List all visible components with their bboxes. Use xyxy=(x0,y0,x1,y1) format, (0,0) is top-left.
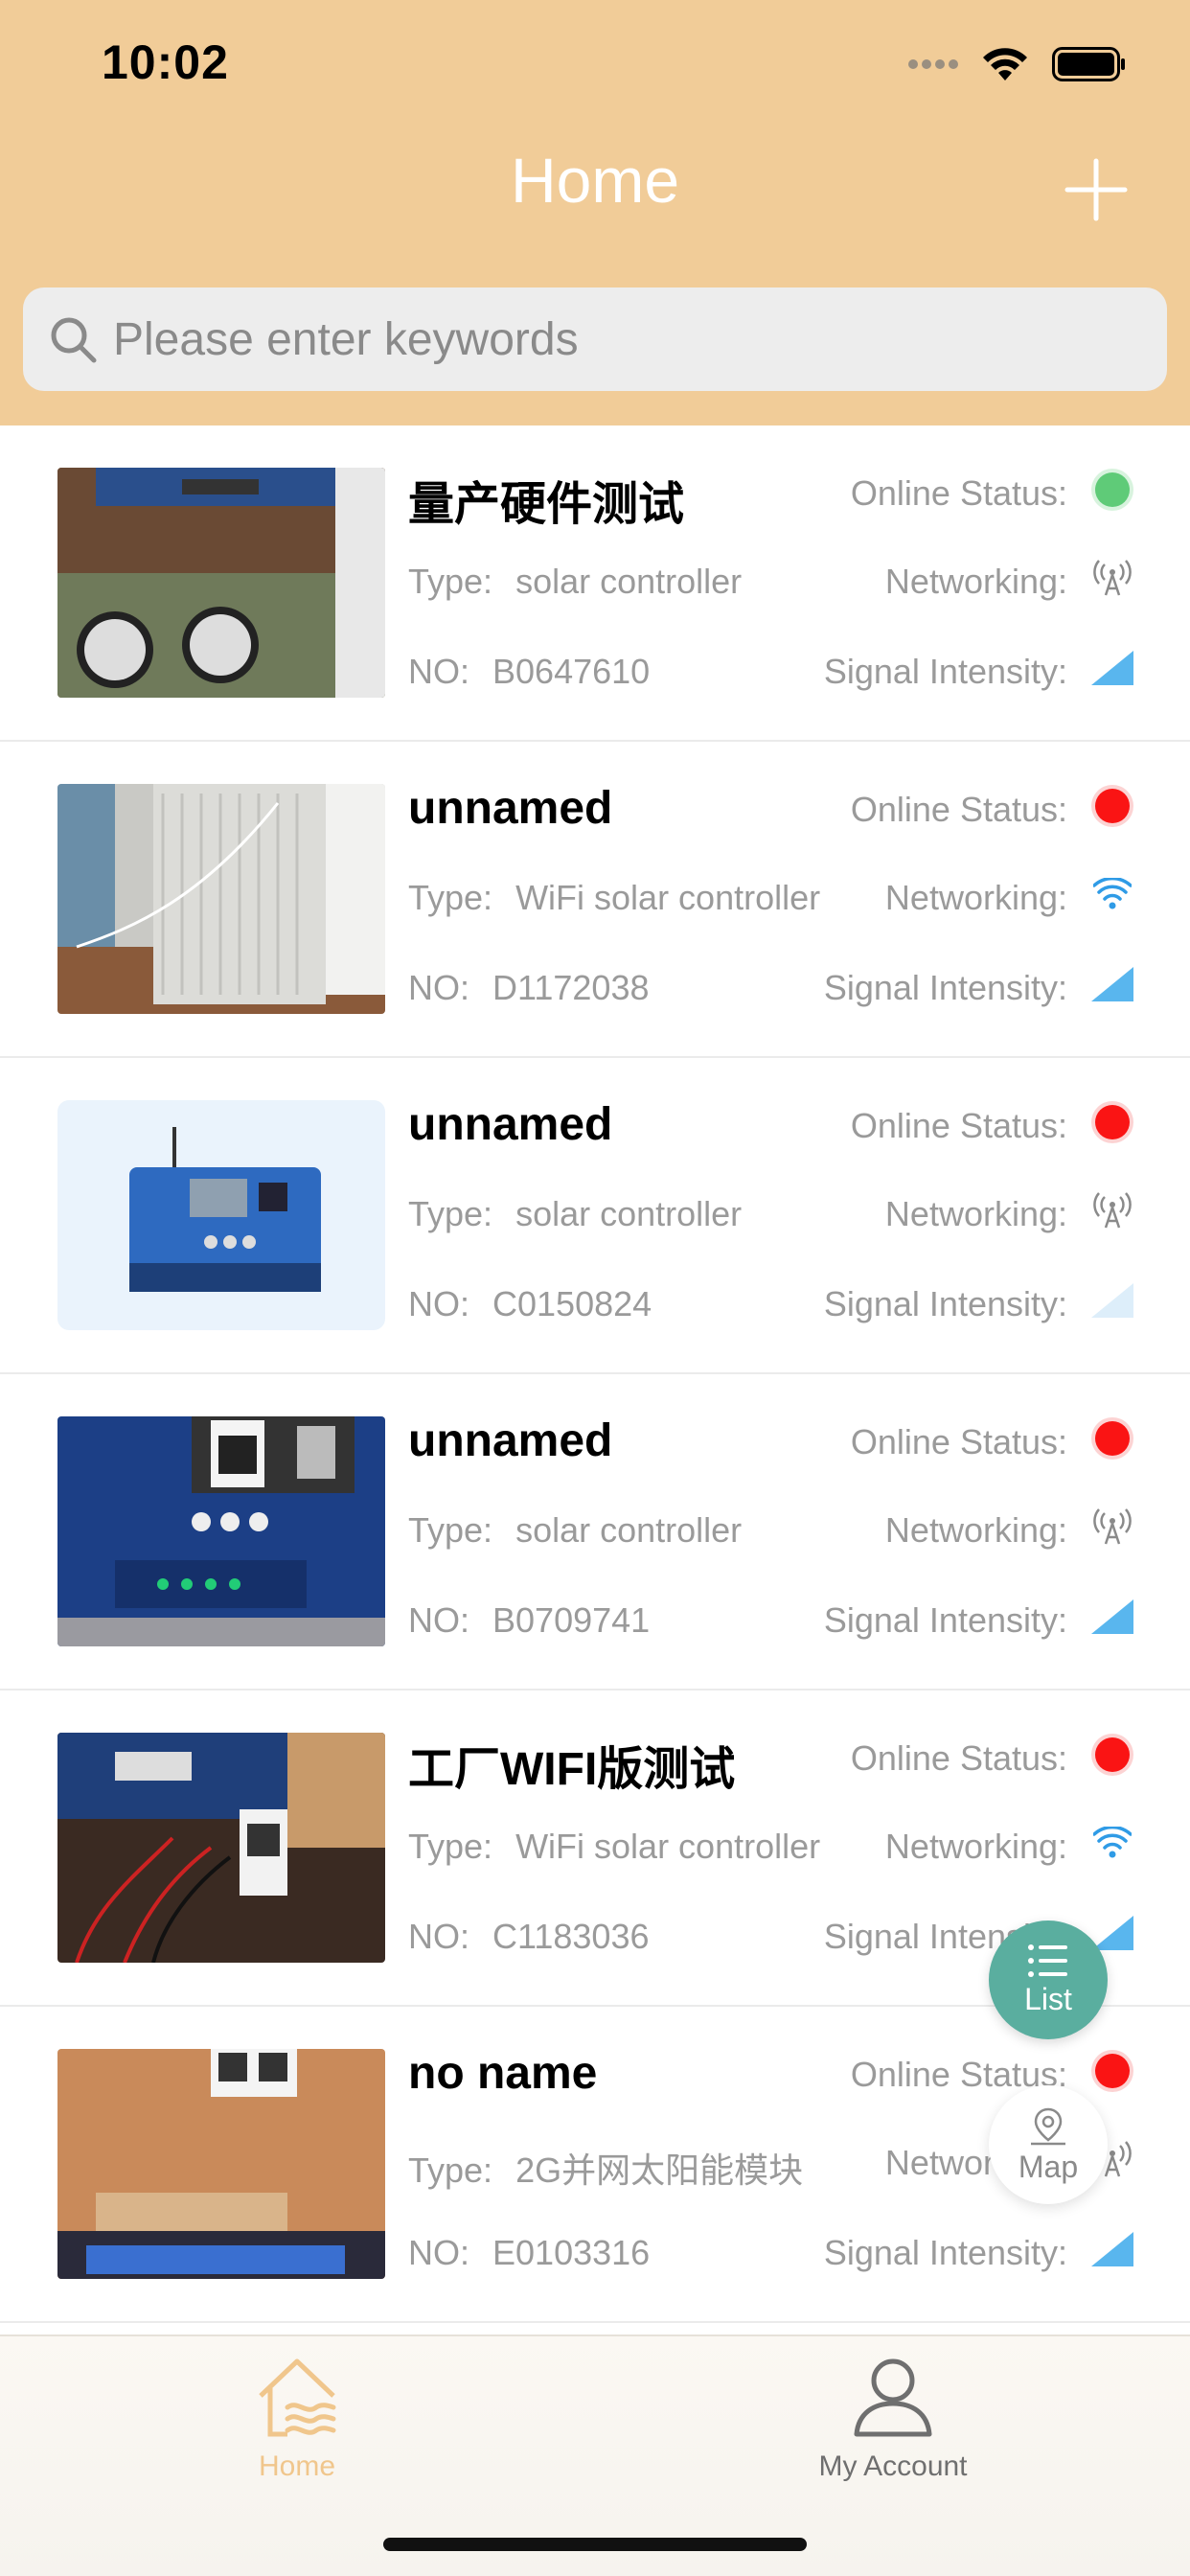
search-input[interactable] xyxy=(113,312,1129,366)
device-name: unnamed xyxy=(408,1415,613,1466)
signal-intensity-label: Signal Intensity: xyxy=(823,1284,1067,1323)
type-label: Type: xyxy=(408,1510,493,1550)
device-photo xyxy=(57,2049,385,2279)
cellular-antenna-icon xyxy=(1093,1192,1132,1229)
device-photo xyxy=(57,1733,385,1963)
networking-label: Networking: xyxy=(884,562,1067,601)
no-label: NO: xyxy=(408,652,470,691)
no-label: NO: xyxy=(408,968,470,1007)
online-status-label: Online Status: xyxy=(850,1738,1067,1778)
cellular-antenna-icon xyxy=(1093,560,1132,596)
device-no: E0103316 xyxy=(492,2233,651,2272)
signal-weak-icon xyxy=(1091,1283,1133,1318)
status-bar: 10:02 xyxy=(0,0,1190,134)
offline-status-dot xyxy=(1095,789,1130,823)
device-photo xyxy=(57,784,385,1014)
signal-strong-icon xyxy=(1091,1599,1133,1634)
list-icon xyxy=(1028,1944,1067,1977)
device-no: C0150824 xyxy=(492,1284,652,1323)
signal-strong-icon xyxy=(1091,2232,1133,2266)
signal-strong-icon xyxy=(1091,967,1133,1001)
list-view-button[interactable]: List xyxy=(989,1920,1108,2039)
cellular-signal-icon xyxy=(908,59,958,69)
device-no: B0647610 xyxy=(492,652,651,691)
cellular-antenna-icon xyxy=(1093,1508,1132,1545)
device-name: 量产硬件测试 xyxy=(408,479,685,530)
networking-label: Networking: xyxy=(884,1510,1067,1550)
map-view-button[interactable]: Map xyxy=(989,2085,1108,2204)
wifi-icon xyxy=(983,48,1027,80)
device-name: unnamed xyxy=(408,1099,613,1150)
map-view-label: Map xyxy=(1018,2149,1079,2184)
no-label: NO: xyxy=(408,1284,470,1323)
networking-label: Networking: xyxy=(884,878,1067,917)
type-label: Type: xyxy=(408,2150,493,2190)
online-status-label: Online Status: xyxy=(850,1422,1067,1461)
networking-label: Networking: xyxy=(884,1827,1067,1866)
device-type: WiFi solar controller xyxy=(515,878,821,917)
device-no: D1172038 xyxy=(492,968,650,1007)
device-name: 工厂WIFI版测试 xyxy=(408,1744,736,1795)
battery-icon xyxy=(1052,47,1125,81)
online-status-dot xyxy=(1095,472,1130,507)
home-indicator xyxy=(383,2538,807,2551)
signal-intensity-label: Signal Intensity: xyxy=(823,1600,1067,1640)
wifi-network-icon xyxy=(1093,1827,1132,1858)
device-type: solar controller xyxy=(515,562,743,601)
device-list: 量产硬件测试 Type: solar controller NO: B0647610… xyxy=(0,426,1190,2323)
device-no: B0709741 xyxy=(492,1600,651,1640)
device-row[interactable]: unnamed Type: solar controller NO: B070974… xyxy=(0,1374,1190,1690)
status-time: 10:02 xyxy=(102,35,229,89)
offline-status-dot xyxy=(1095,1737,1130,1772)
type-label: Type: xyxy=(408,1827,493,1866)
tab-home[interactable]: Home xyxy=(153,2354,441,2483)
offline-status-dot xyxy=(1095,1421,1130,1456)
map-pin-icon xyxy=(1031,2107,1065,2145)
device-photo xyxy=(57,1100,385,1330)
search-bar[interactable] xyxy=(23,288,1167,391)
device-photo xyxy=(57,1416,385,1646)
list-view-label: List xyxy=(1024,1981,1072,2016)
add-icon[interactable] xyxy=(1062,155,1131,224)
device-type: solar controller xyxy=(515,1194,743,1233)
device-row[interactable]: unnamed Type: WiFi solar controller NO: D1… xyxy=(0,742,1190,1058)
online-status-label: Online Status: xyxy=(850,1106,1067,1145)
type-label: Type: xyxy=(408,562,493,601)
type-label: Type: xyxy=(408,1194,493,1233)
device-row[interactable]: unnamed Type: solar controller NO: C015082… xyxy=(0,1058,1190,1374)
wifi-network-icon xyxy=(1093,878,1132,909)
device-name: no name xyxy=(408,2048,598,2099)
device-photo xyxy=(57,468,385,698)
device-row[interactable]: 量产硬件测试 Type: solar controller NO: B0647610… xyxy=(0,426,1190,742)
tab-my-account-label: My Account xyxy=(818,2450,968,2482)
device-type: solar controller xyxy=(515,1510,743,1550)
device-type: WiFi solar controller xyxy=(515,1827,821,1866)
signal-strong-icon xyxy=(1091,651,1133,685)
user-icon xyxy=(854,2358,932,2437)
signal-intensity-label: Signal Intensity: xyxy=(823,968,1067,1007)
type-label: Type: xyxy=(408,878,493,917)
signal-intensity-label: Signal Intensity: xyxy=(823,652,1067,691)
device-name: unnamed xyxy=(408,783,613,834)
offline-status-dot xyxy=(1095,1105,1130,1139)
header: 10:02 Home xyxy=(0,0,1190,426)
no-label: NO: xyxy=(408,1917,470,1956)
signal-intensity-label: Signal Intensity: xyxy=(823,2233,1067,2272)
no-label: NO: xyxy=(408,1600,470,1640)
no-label: NO: xyxy=(408,2233,470,2272)
home-icon xyxy=(259,2358,336,2437)
search-icon xyxy=(51,317,97,363)
home-screen: 10:02 Home Please enter keywords 量产硬件测试 … xyxy=(0,0,1190,2576)
device-no: C1183036 xyxy=(492,1917,650,1956)
page-title: Home xyxy=(510,145,680,216)
tab-my-account[interactable]: My Account xyxy=(749,2354,1037,2483)
online-status-label: Online Status: xyxy=(850,790,1067,829)
status-icons xyxy=(908,40,1127,88)
device-type: 2G并网太阳能模块 xyxy=(515,2150,804,2190)
online-status-label: Online Status: xyxy=(850,473,1067,513)
networking-label: Networking: xyxy=(884,1194,1067,1233)
tab-home-label: Home xyxy=(258,2450,336,2482)
offline-status-dot xyxy=(1095,2054,1130,2088)
